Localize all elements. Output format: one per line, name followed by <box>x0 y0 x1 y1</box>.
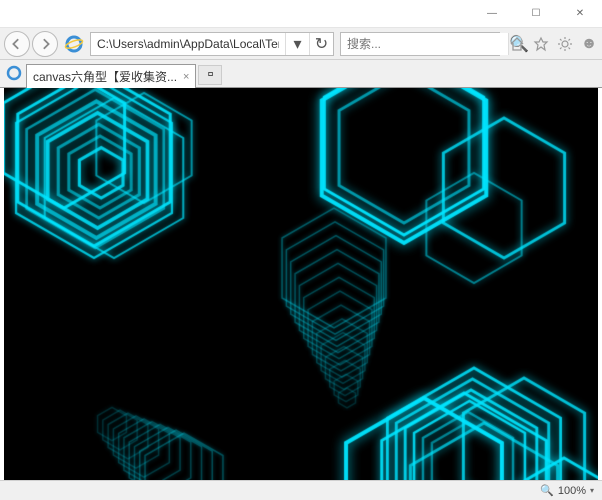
toolbar-icons: ☻ <box>508 35 598 53</box>
address-dropdown-icon[interactable]: ▾ <box>285 33 309 55</box>
window-titlebar: — ☐ ✕ <box>0 0 602 28</box>
address-bar[interactable]: ▾ ↻ <box>90 32 334 56</box>
home-icon[interactable] <box>508 35 526 53</box>
status-bar: 🔍 100% ▾ <box>0 480 602 500</box>
maximize-button[interactable]: ☐ <box>514 0 558 28</box>
page-favicon-icon <box>6 65 22 81</box>
search-input[interactable] <box>341 33 508 55</box>
minimize-button[interactable]: — <box>470 0 514 28</box>
close-button[interactable]: ✕ <box>558 0 602 28</box>
tab-close-button[interactable]: × <box>183 71 189 83</box>
new-tab-button[interactable]: ▫ <box>198 65 222 85</box>
feedback-icon[interactable]: ☻ <box>580 35 598 53</box>
tab-title: canvas六角型【爱收集资... <box>33 68 177 85</box>
page-content <box>4 88 598 480</box>
address-input[interactable] <box>91 33 285 55</box>
active-tab[interactable]: canvas六角型【爱收集资... × <box>26 64 196 88</box>
tools-icon[interactable] <box>556 35 574 53</box>
back-button[interactable] <box>4 31 30 57</box>
nav-toolbar: ▾ ↻ 🔍 ☻ <box>0 28 602 60</box>
zoom-level[interactable]: 100% <box>558 485 586 497</box>
zoom-icon[interactable]: 🔍 <box>540 484 554 497</box>
search-bar[interactable]: 🔍 <box>340 32 500 56</box>
refresh-button[interactable]: ↻ <box>309 33 333 55</box>
favorites-icon[interactable] <box>532 35 550 53</box>
forward-button[interactable] <box>32 31 58 57</box>
tab-bar: canvas六角型【爱收集资... × ▫ <box>0 60 602 88</box>
hexagon-canvas <box>4 88 598 480</box>
ie-logo-icon <box>64 34 84 54</box>
zoom-dropdown-icon[interactable]: ▾ <box>590 486 594 495</box>
